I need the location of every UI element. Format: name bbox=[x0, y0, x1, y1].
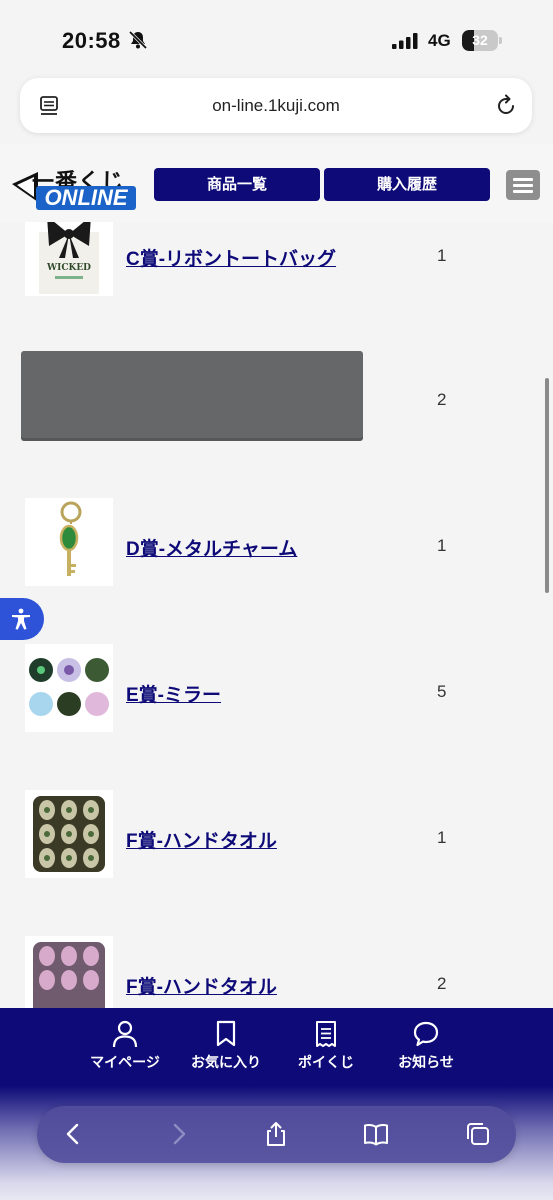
prize-name-link[interactable]: F賞-ハンドタオル bbox=[126, 972, 277, 999]
forward-icon[interactable] bbox=[165, 1121, 191, 1147]
bell-slash-icon bbox=[128, 30, 148, 50]
tabs-icon[interactable] bbox=[465, 1121, 491, 1147]
signal-bars-icon bbox=[392, 33, 418, 49]
list-item: F賞-ハンドタオル 1 bbox=[0, 790, 553, 910]
prize-thumbnail[interactable] bbox=[25, 644, 113, 732]
prize-thumbnail[interactable] bbox=[25, 790, 113, 878]
logo-bottom-text: ONLINE bbox=[36, 186, 136, 210]
bookmarks-icon[interactable] bbox=[363, 1121, 389, 1147]
network-type: 4G bbox=[428, 31, 451, 50]
prize-name-link[interactable]: F賞-ハンドタオル bbox=[126, 826, 277, 853]
prize-thumbnail[interactable] bbox=[25, 498, 113, 586]
prize-quantity: 1 bbox=[437, 828, 447, 847]
svg-text:WICKED: WICKED bbox=[46, 263, 91, 273]
back-icon[interactable] bbox=[61, 1121, 87, 1147]
bookmark-icon bbox=[216, 1020, 236, 1047]
image-placeholder bbox=[21, 351, 363, 441]
nav-notices-label: お知らせ bbox=[398, 1054, 454, 1070]
prize-name-link[interactable]: E賞-ミラー bbox=[126, 680, 221, 707]
nav-favorites-label: お気に入り bbox=[191, 1054, 261, 1070]
hamburger-menu-button[interactable] bbox=[506, 170, 540, 200]
prize-name-link[interactable]: D賞-メタルチャーム bbox=[126, 534, 297, 561]
ichiban-kuji-online-logo[interactable]: 一番くじ ONLINE bbox=[12, 162, 136, 212]
nav-mypage[interactable]: マイページ bbox=[75, 1020, 175, 1080]
scrollbar[interactable] bbox=[545, 378, 549, 593]
prize-quantity: 1 bbox=[437, 246, 447, 265]
ticket-icon bbox=[316, 1021, 336, 1047]
user-icon bbox=[112, 1020, 138, 1048]
prize-name-link[interactable]: C賞-リボントートバッグ bbox=[126, 244, 336, 271]
share-icon[interactable] bbox=[263, 1121, 289, 1147]
list-item: D賞-メタルチャーム 1 bbox=[0, 498, 553, 618]
list-item: F賞-ハンドタオル 2 bbox=[0, 936, 553, 1008]
reader-mode-icon[interactable] bbox=[38, 94, 62, 118]
nav-history-button[interactable]: 購入履歴 bbox=[324, 168, 490, 201]
status-bar: 20:58 4G 32 bbox=[0, 0, 553, 70]
nav-poikuji[interactable]: ポイくじ bbox=[276, 1020, 376, 1080]
bottom-navigation: マイページ お気に入り ポイくじ お知らせ bbox=[0, 1008, 553, 1200]
hamburger-icon bbox=[513, 178, 533, 181]
prize-thumbnail[interactable]: WICKED bbox=[25, 222, 113, 296]
accessibility-button[interactable] bbox=[0, 598, 44, 640]
url-text[interactable]: on-line.1kuji.com bbox=[20, 78, 532, 133]
nav-mypage-label: マイページ bbox=[90, 1054, 160, 1070]
nav-favorites[interactable]: お気に入り bbox=[176, 1020, 276, 1080]
site-header: 一番くじ ONLINE 商品一覧 購入履歴 bbox=[0, 144, 553, 222]
prize-quantity: 2 bbox=[437, 390, 447, 409]
prize-quantity: 1 bbox=[437, 536, 447, 555]
status-time: 20:58 bbox=[62, 28, 121, 53]
prize-list: WICKED C賞-リボントートバッグ 1 2 D賞-メタルチャーム 1 E賞-… bbox=[0, 222, 553, 1008]
address-bar[interactable]: on-line.1kuji.com bbox=[20, 78, 532, 133]
nav-products-button[interactable]: 商品一覧 bbox=[154, 168, 320, 201]
browser-toolbar bbox=[37, 1106, 516, 1163]
list-item: WICKED C賞-リボントートバッグ 1 bbox=[0, 222, 553, 324]
accessibility-icon bbox=[12, 608, 30, 630]
prize-quantity: 2 bbox=[437, 974, 447, 993]
prize-quantity: 5 bbox=[437, 682, 447, 701]
nav-notices[interactable]: お知らせ bbox=[376, 1020, 476, 1080]
nav-poikuji-label: ポイくじ bbox=[298, 1054, 354, 1070]
battery-percentage: 32 bbox=[472, 32, 488, 48]
battery-icon: 32 bbox=[462, 30, 502, 51]
chat-bubble-icon bbox=[413, 1021, 439, 1047]
reload-icon[interactable] bbox=[494, 94, 518, 118]
list-item: E賞-ミラー 5 bbox=[0, 644, 553, 764]
prize-thumbnail[interactable] bbox=[25, 936, 113, 1008]
